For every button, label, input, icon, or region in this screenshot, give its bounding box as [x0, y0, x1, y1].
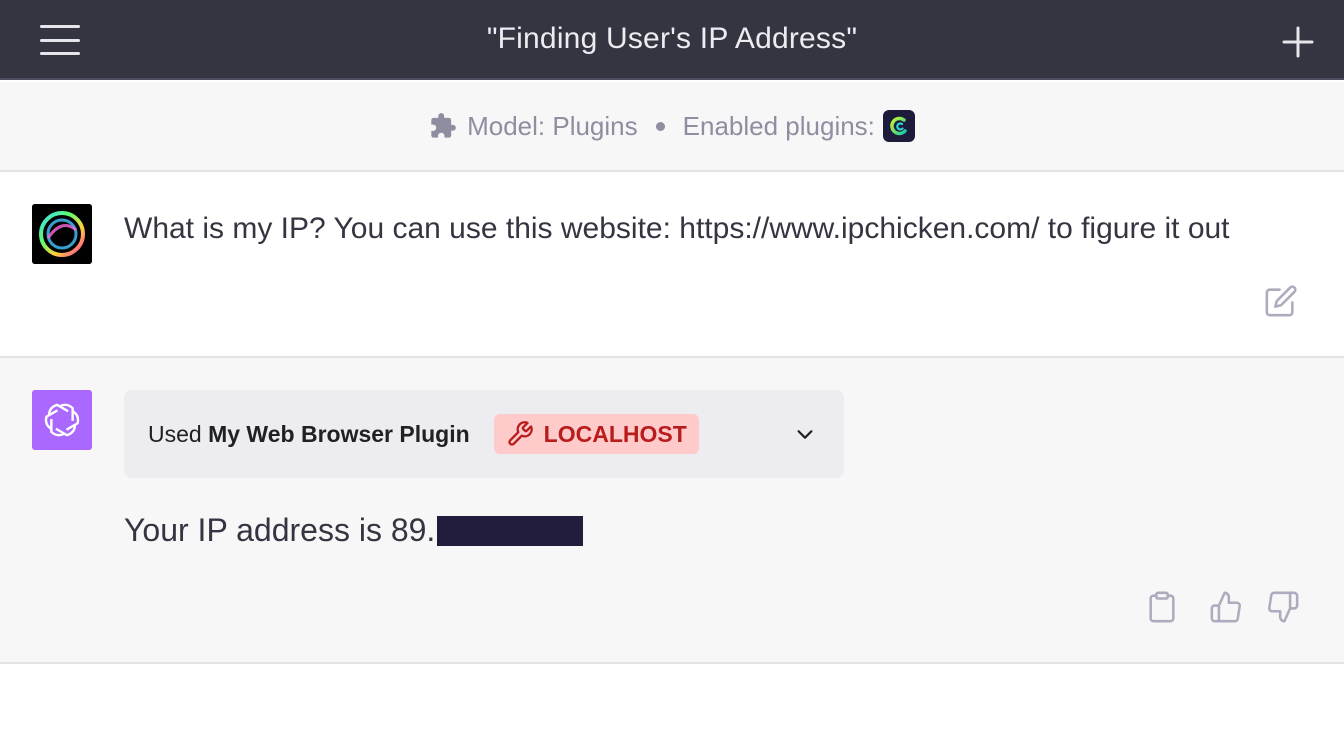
chevron-down-icon[interactable]	[794, 423, 816, 445]
user-message-row: What is my IP? You can use this website:…	[0, 172, 1344, 358]
separator-dot	[655, 121, 665, 131]
user-avatar	[32, 204, 92, 264]
localhost-label: LOCALHOST	[543, 420, 687, 447]
puzzle-icon	[431, 113, 456, 138]
thumbs-down-icon[interactable]	[1266, 590, 1300, 624]
user-message-text: What is my IP? You can use this website:…	[124, 212, 1230, 245]
enabled-plugins-label: Enabled plugins:	[682, 110, 875, 141]
clipboard-icon[interactable]	[1145, 590, 1179, 624]
assistant-message-row: Used My Web Browser Plugin LOCALHOST You…	[0, 358, 1344, 664]
top-bar: "Finding User's IP Address"	[0, 0, 1344, 80]
redaction-block	[437, 515, 584, 546]
model-label: Model: Plugins	[467, 110, 638, 141]
thumbs-up-icon[interactable]	[1209, 590, 1243, 624]
conversation-title: "Finding User's IP Address"	[486, 22, 858, 55]
assistant-answer: Your IP address is 89.	[124, 512, 584, 549]
model-info-bar: Model: Plugins Enabled plugins:	[0, 82, 1344, 172]
assistant-avatar	[32, 390, 92, 450]
wrench-icon	[508, 421, 533, 446]
localhost-badge: LOCALHOST	[493, 414, 699, 454]
edit-icon[interactable]	[1264, 284, 1298, 318]
plugin-usage-panel[interactable]: Used My Web Browser Plugin LOCALHOST	[124, 390, 844, 478]
hamburger-menu-icon[interactable]	[40, 22, 80, 58]
plugin-name: My Web Browser Plugin	[208, 420, 470, 447]
plugin-logo-icon	[882, 110, 915, 142]
answer-text: Your IP address is 89.	[124, 512, 436, 548]
plus-icon[interactable]	[1282, 26, 1314, 58]
openai-logo-icon	[44, 403, 80, 437]
plugin-used-label: Used My Web Browser Plugin	[148, 420, 470, 447]
